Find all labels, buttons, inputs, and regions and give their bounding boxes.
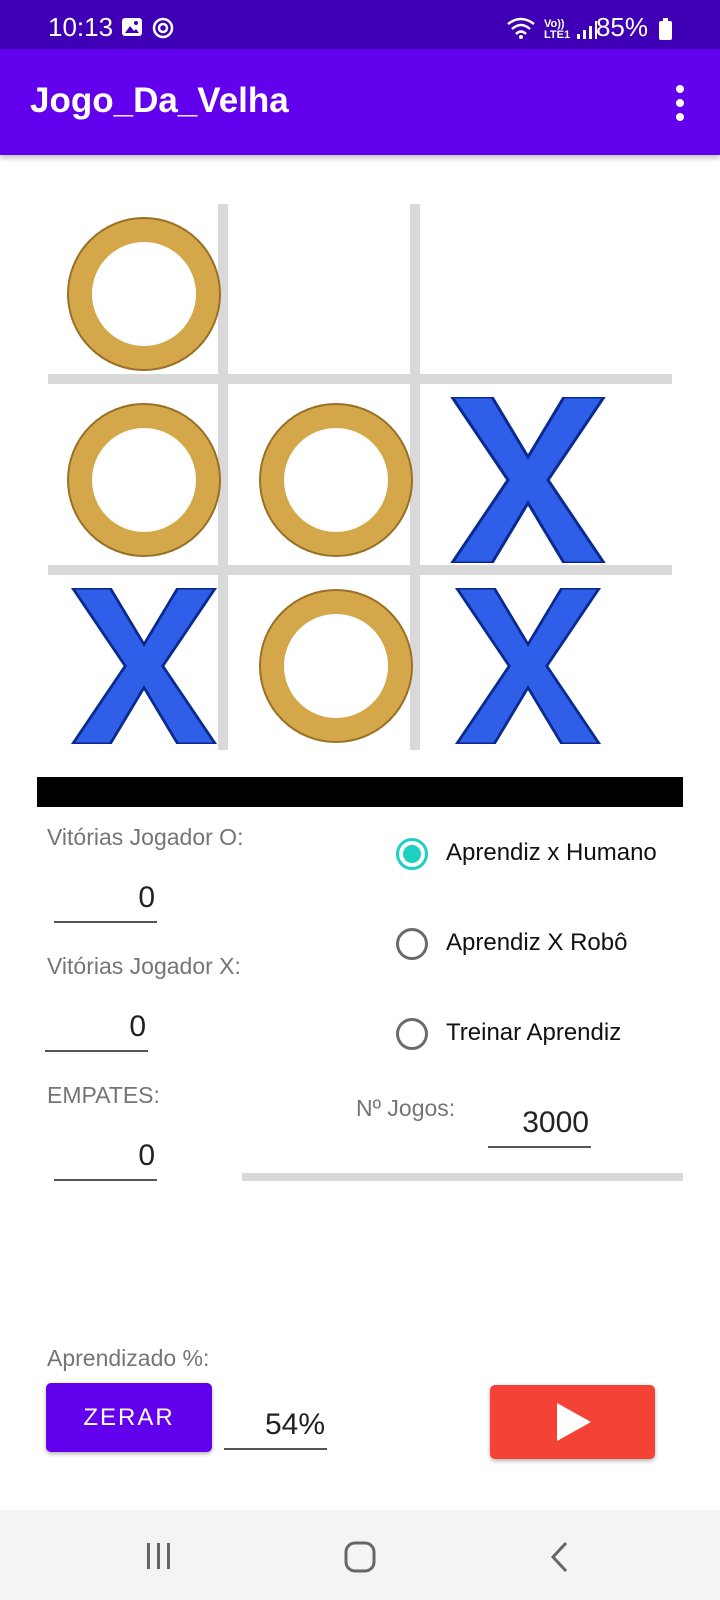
mode-radio-robot[interactable]: Aprendiz X Robô: [396, 925, 686, 969]
board-cell[interactable]: [48, 390, 240, 570]
o-wins-value: 0: [138, 881, 155, 914]
wifi-icon: [507, 17, 535, 39]
status-time: 10:13: [48, 12, 114, 42]
board-cell[interactable]: [432, 576, 624, 756]
x-wins-field[interactable]: 0: [45, 1002, 148, 1052]
more-vertical-icon[interactable]: [670, 83, 690, 123]
learning-label: Aprendizado %:: [47, 1345, 210, 1371]
network-type: Vo)) LTE1: [544, 18, 571, 41]
draws-value: 0: [138, 1139, 155, 1172]
mode-radio-train[interactable]: Treinar Aprendiz: [396, 1015, 686, 1059]
x-wins-label: Vitórias Jogador X:: [47, 953, 241, 979]
x-wins-value: 0: [129, 1010, 146, 1043]
play-icon: [556, 1403, 591, 1441]
board-cell[interactable]: [48, 204, 240, 384]
o-mark: [67, 403, 221, 557]
battery-icon: [659, 18, 672, 40]
draws-label: EMPATES:: [47, 1082, 160, 1108]
radio-unchecked-icon: [396, 1018, 428, 1050]
games-label: Nº Jogos:: [356, 1095, 456, 1121]
mode-label: Treinar Aprendiz: [446, 1019, 622, 1046]
signal-icon: [577, 21, 597, 39]
divider-bar: [37, 777, 683, 807]
app-title: Jogo_Da_Velha: [30, 81, 289, 120]
status-bar: 10:13 Vo)) LTE1 85%: [0, 0, 720, 49]
radio-unchecked-icon: [396, 928, 428, 960]
system-nav-bar: [0, 1510, 720, 1600]
circle-target-icon: [152, 17, 174, 39]
home-icon[interactable]: [343, 1540, 377, 1574]
back-icon[interactable]: [548, 1540, 572, 1574]
radio-checked-icon: [396, 838, 428, 870]
mode-label: Aprendiz X Robô: [446, 929, 628, 956]
training-progress-bar: [242, 1173, 683, 1181]
play-button[interactable]: [490, 1385, 655, 1459]
mode-label: Aprendiz x Humano: [446, 839, 657, 866]
board-cell[interactable]: [240, 390, 432, 570]
app-bar: Jogo_Da_Velha: [0, 49, 720, 155]
board-cell[interactable]: [240, 576, 432, 756]
image-icon: [122, 18, 142, 36]
o-wins-label: Vitórias Jogador O:: [47, 824, 244, 850]
x-mark: [70, 588, 218, 744]
o-wins-field[interactable]: 0: [54, 873, 157, 923]
recent-apps-icon[interactable]: [143, 1540, 175, 1572]
board-cell[interactable]: [240, 204, 432, 384]
board-cell[interactable]: [432, 390, 624, 570]
mode-radio-human[interactable]: Aprendiz x Humano: [396, 835, 686, 879]
learning-field: 54%: [224, 1400, 327, 1450]
battery-percent: 85%: [595, 12, 648, 42]
learning-value: 54%: [264, 1408, 325, 1441]
o-mark: [67, 217, 221, 371]
games-input[interactable]: 3000: [488, 1098, 591, 1148]
board-cell[interactable]: [48, 576, 240, 756]
draws-field[interactable]: 0: [54, 1131, 157, 1181]
x-mark: [450, 397, 606, 563]
game-board: [48, 204, 672, 750]
games-value: 3000: [522, 1106, 589, 1139]
reset-button[interactable]: ZERAR: [46, 1383, 212, 1452]
o-mark: [259, 589, 413, 743]
x-mark: [454, 588, 602, 744]
board-cell[interactable]: [432, 204, 624, 384]
o-mark: [259, 403, 413, 557]
